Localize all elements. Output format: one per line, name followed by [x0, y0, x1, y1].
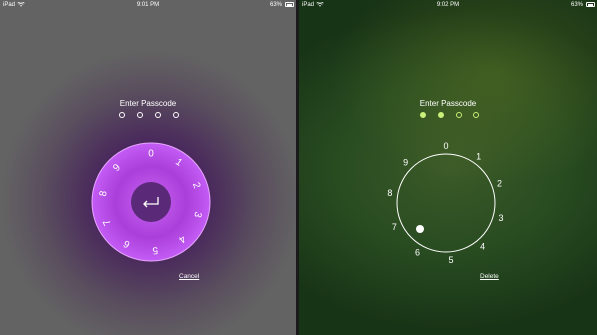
- dial-digit-8[interactable]: 8: [387, 188, 392, 198]
- cancel-link[interactable]: Cancel: [179, 273, 199, 280]
- dial-digit-6[interactable]: 6: [415, 247, 420, 257]
- dial-digit-5[interactable]: 5: [448, 255, 453, 265]
- delete-link[interactable]: Delete: [480, 273, 499, 280]
- dial-digit-1[interactable]: 1: [476, 151, 481, 161]
- rotary-dial[interactable]: 0 1 2 3 4 5 6 7 8 9: [299, 0, 597, 335]
- dial-digit-3[interactable]: 3: [499, 213, 504, 223]
- left-lock-screen: iPad 9:01 PM 63% Enter Passcode 01234567…: [0, 0, 296, 335]
- dial-digit-9[interactable]: 9: [403, 158, 408, 168]
- dial-digit-0[interactable]: 0: [148, 149, 154, 160]
- dial-digit-2[interactable]: 2: [497, 179, 502, 189]
- dial-digits: 0 1 2 3 4 5 6 7 8 9: [387, 141, 503, 265]
- right-lock-screen: iPad 9:02 PM 63% Enter Passcode 01234567…: [299, 0, 597, 335]
- dial-finger-marker[interactable]: [416, 225, 424, 233]
- dial-digit-7[interactable]: 7: [392, 222, 397, 232]
- rotary-dial[interactable]: 0123456789: [0, 0, 296, 335]
- enter-button[interactable]: [131, 182, 171, 222]
- dial-digit-4[interactable]: 4: [480, 242, 485, 252]
- dial-digit-0[interactable]: 0: [443, 141, 448, 151]
- dial-ring[interactable]: [396, 153, 496, 253]
